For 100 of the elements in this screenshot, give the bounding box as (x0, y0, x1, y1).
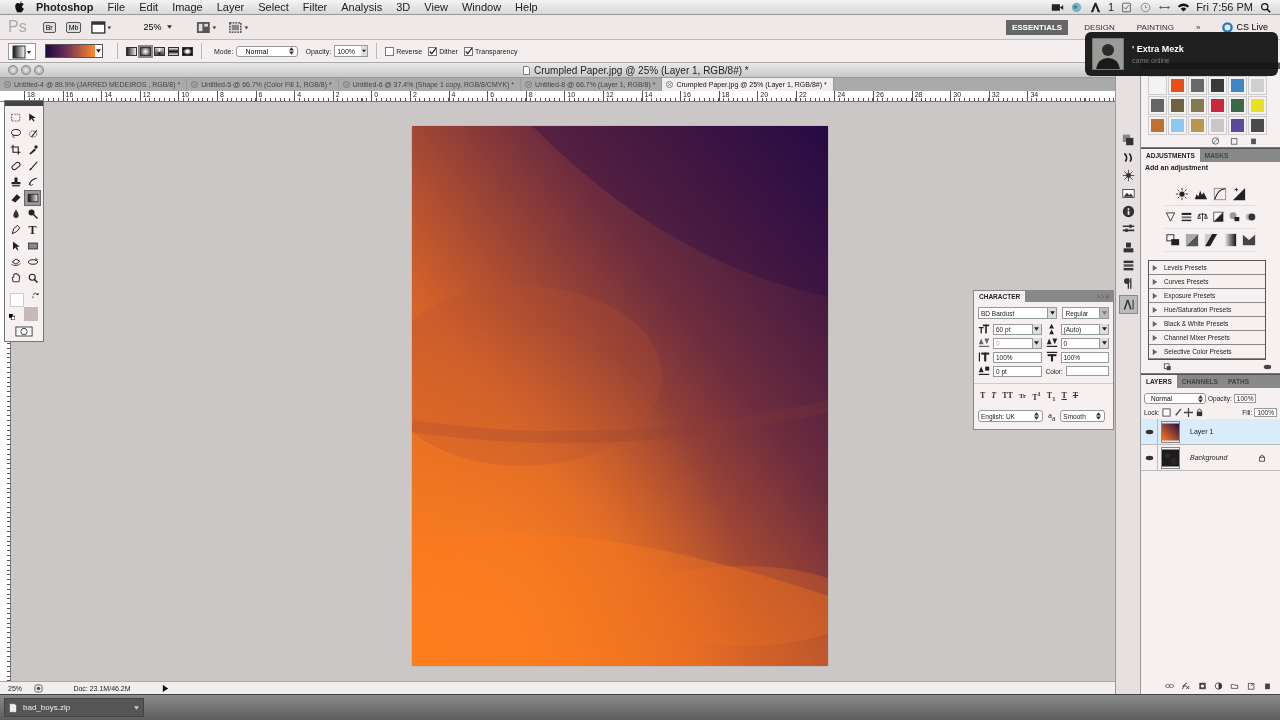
angle-gradient-button[interactable] (154, 46, 165, 56)
disclosure-triangle-icon[interactable] (1152, 320, 1158, 327)
linear-gradient-button[interactable] (126, 46, 137, 56)
clock-icon[interactable] (1139, 1, 1153, 13)
menu-item[interactable]: Filter (302, 1, 328, 13)
disclosure-triangle-icon[interactable] (1152, 292, 1158, 299)
menu-item[interactable]: File (107, 1, 126, 13)
menu-item[interactable]: 3D (396, 1, 411, 13)
adobe-icon[interactable] (1089, 1, 1102, 13)
menu-item[interactable]: Help (515, 1, 538, 13)
stepper-arrows-icon[interactable] (289, 47, 295, 55)
radial-gradient-button[interactable] (140, 46, 151, 56)
threshold-icon[interactable] (1203, 233, 1218, 247)
checkerboard-icon[interactable] (1161, 408, 1171, 417)
stepper-arrows-icon[interactable] (1198, 394, 1203, 403)
stepper-arrows-icon[interactable] (1096, 412, 1102, 421)
color-bars-icon[interactable] (1181, 210, 1192, 224)
apple-logo-icon[interactable] (14, 1, 25, 13)
link-icon[interactable] (1164, 682, 1174, 690)
workspace-button[interactable]: ESSENTIALS (1005, 19, 1069, 35)
menu-item[interactable]: Image (172, 1, 203, 13)
half-circle-icon[interactable] (1213, 682, 1223, 690)
checkbox[interactable] (428, 46, 438, 56)
layer-stack-icon[interactable] (1121, 259, 1135, 272)
close-button[interactable] (8, 65, 18, 75)
text-style-button[interactable]: T$^{1}$ (1030, 390, 1043, 402)
checklist-icon[interactable] (1120, 1, 1134, 13)
screen-view-icon[interactable] (91, 20, 114, 34)
effects-icon[interactable] (1181, 682, 1191, 690)
scales-icon[interactable] (1197, 210, 1208, 224)
zoom-dropdown[interactable]: 25% (137, 21, 179, 33)
menu-item[interactable]: Layer (216, 1, 245, 13)
brush-icon[interactable] (1172, 408, 1182, 417)
clip-icon[interactable] (1163, 363, 1172, 371)
diamond-gradient-button[interactable] (182, 46, 193, 56)
color-swatch[interactable] (1065, 366, 1109, 376)
tool-button[interactable] (25, 239, 40, 253)
quick-mask-icon[interactable] (15, 326, 33, 337)
workspace-button[interactable]: DESIGN (1078, 19, 1121, 35)
tool-preset-picker[interactable] (8, 42, 36, 60)
menu-item[interactable]: Select (258, 1, 289, 13)
stamp-stack-icon[interactable] (1121, 241, 1135, 254)
disclosure-triangle-icon[interactable] (1152, 348, 1158, 355)
swap-arrows-icon[interactable] (32, 292, 39, 299)
eye-icon[interactable] (1144, 428, 1154, 435)
tool-button[interactable] (25, 207, 40, 221)
text-style-button[interactable]: T (1070, 390, 1081, 402)
info-icon[interactable] (1121, 205, 1135, 218)
new-item-icon[interactable] (1230, 137, 1239, 145)
ring-icon[interactable] (1222, 21, 1234, 33)
preview-icon[interactable] (34, 683, 43, 693)
caret-icon[interactable] (1101, 341, 1107, 345)
zoom-button[interactable] (34, 65, 44, 75)
disclosure-triangle-icon[interactable] (1152, 334, 1158, 341)
text-style-button[interactable]: T (989, 390, 999, 402)
play-icon[interactable] (161, 683, 170, 693)
text-style-button[interactable]: T$_{1}$ (1044, 390, 1058, 402)
minimize-button[interactable] (21, 65, 31, 75)
move-cross-icon[interactable] (1183, 408, 1193, 417)
sun-icon[interactable] (1175, 187, 1189, 201)
arrange-icon[interactable] (196, 20, 219, 34)
lens-icon[interactable] (1229, 210, 1240, 224)
invert-icon[interactable] (1165, 233, 1180, 247)
globe-icon[interactable] (1070, 1, 1083, 13)
checkbox[interactable] (463, 46, 473, 56)
menu-item[interactable]: Edit (139, 1, 159, 13)
lock-icon[interactable] (1194, 408, 1204, 417)
tool-button[interactable] (8, 143, 23, 157)
screen-mode-icon[interactable] (228, 20, 251, 34)
tool-button[interactable] (8, 159, 23, 173)
bow-tie-icon[interactable] (1241, 233, 1256, 247)
tool-button[interactable] (8, 127, 23, 141)
caret-icon[interactable] (1034, 327, 1039, 331)
folder-icon[interactable] (1230, 682, 1240, 690)
menu-item[interactable]: View (424, 1, 448, 13)
no-entry-icon[interactable] (1211, 137, 1220, 145)
type-tool-button[interactable]: T (25, 223, 40, 237)
curve-icon[interactable] (1213, 187, 1227, 201)
posterize-icon[interactable] (1184, 233, 1199, 247)
tool-button[interactable] (8, 223, 23, 237)
caret-icon[interactable] (1101, 327, 1107, 331)
background-color-swatch[interactable] (24, 307, 38, 321)
tool-button[interactable] (25, 191, 40, 205)
gradient-picker[interactable] (45, 44, 103, 58)
caret-icon[interactable] (167, 25, 173, 29)
cs-live-button[interactable]: CS Live (1216, 20, 1274, 34)
eye-icon[interactable] (1144, 454, 1154, 461)
new-layer-icon[interactable] (1246, 682, 1256, 690)
mask-icon[interactable] (1197, 682, 1207, 690)
triangle-outline-icon[interactable] (1165, 210, 1176, 224)
workspace-button[interactable]: PAINTING (1130, 19, 1181, 35)
search-icon[interactable] (1259, 1, 1272, 13)
half-square-icon[interactable] (1213, 210, 1224, 224)
swatch-stack-icon[interactable] (1121, 133, 1135, 146)
exposure-icon[interactable] (1232, 187, 1246, 201)
stepper-arrows-icon[interactable] (1034, 412, 1039, 421)
menu-item[interactable]: Analysis (341, 1, 383, 13)
default-colors-icon[interactable] (9, 314, 15, 320)
eye-icon[interactable] (1263, 363, 1272, 371)
brush-stroke-icon[interactable] (1121, 151, 1135, 164)
